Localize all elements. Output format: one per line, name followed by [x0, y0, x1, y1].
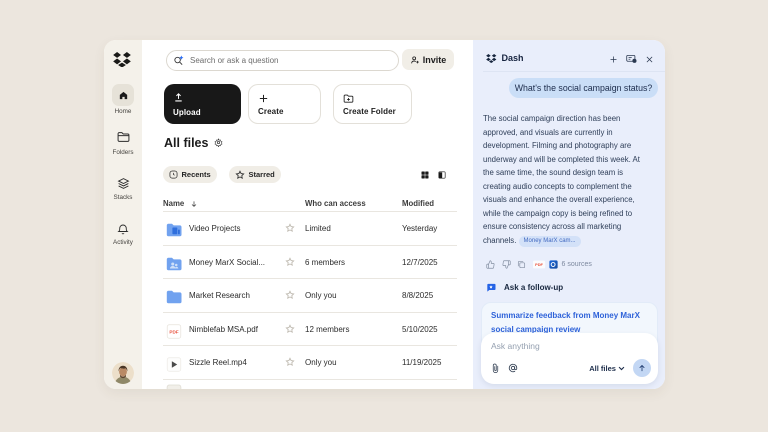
svg-text:PDF: PDF	[169, 329, 178, 334]
svg-text:PDF: PDF	[535, 262, 543, 267]
